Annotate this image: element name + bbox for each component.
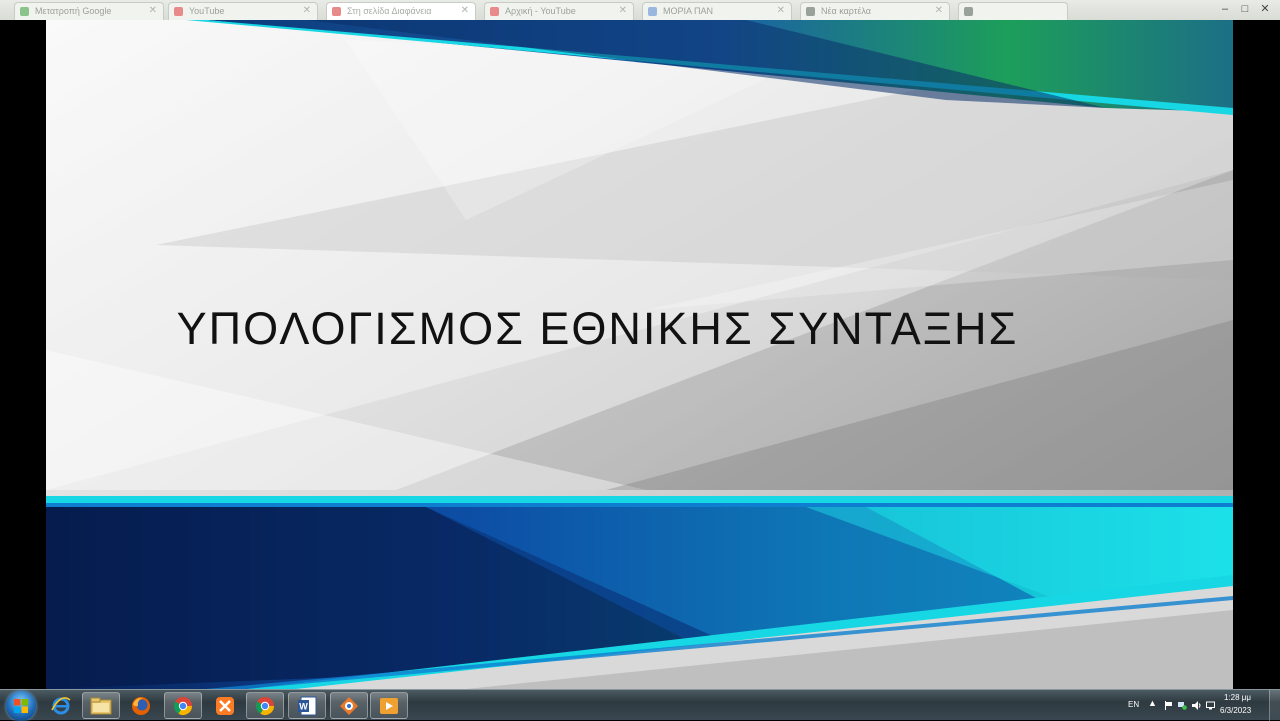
tab-favicon-icon	[964, 7, 973, 16]
word-icon: W	[298, 696, 317, 715]
tab-favicon-icon	[806, 7, 815, 16]
tab-favicon-icon	[174, 7, 183, 16]
tab-close-icon[interactable]: ✕	[149, 3, 157, 19]
chrome-icon	[174, 696, 192, 715]
taskbar-chrome[interactable]	[164, 692, 202, 719]
xampp-icon	[216, 696, 234, 715]
svg-text:W: W	[299, 701, 308, 711]
firefox-icon	[132, 696, 150, 715]
browser-tab-active[interactable]: Στη σελίδα Διαφάνεια ✕	[326, 2, 476, 20]
close-button[interactable]: ✕	[1256, 2, 1274, 16]
taskbar-word[interactable]: W	[288, 692, 326, 719]
browser-tab[interactable]: YouTube ✕	[168, 2, 318, 20]
tab-close-icon[interactable]: ✕	[619, 3, 627, 19]
tab-favicon-icon	[20, 7, 29, 16]
browser-tab-strip: Μετατροπή Google ✕ YouTube ✕ Στη σελίδα …	[0, 0, 1280, 20]
tab-label: Στη σελίδα Διαφάνεια	[347, 6, 432, 16]
taskbar-xampp[interactable]	[206, 692, 244, 719]
tab-close-icon[interactable]: ✕	[935, 3, 943, 19]
network-icon[interactable]	[1178, 701, 1187, 710]
browser-tab[interactable]	[958, 2, 1068, 20]
show-hidden-icons-icon[interactable]: ▲	[1148, 698, 1157, 708]
tab-close-icon[interactable]: ✕	[461, 3, 469, 19]
windows-taskbar: W EN ▲ 1:28 μμ 6/3/2023	[0, 689, 1280, 721]
tab-favicon-icon	[490, 7, 499, 16]
chrome-icon	[256, 696, 274, 715]
tab-close-icon[interactable]: ✕	[303, 3, 311, 19]
start-button[interactable]	[6, 691, 36, 721]
tab-label: Μετατροπή Google	[35, 6, 112, 16]
taskbar-internet-explorer[interactable]	[42, 692, 80, 719]
windows-logo-icon	[14, 699, 28, 713]
action-center-flag-icon[interactable]	[1164, 701, 1173, 710]
taskbar-media-player[interactable]	[370, 692, 408, 719]
presentation-slide: ΥΠΟΛΟΓΙΣΜΟΣ ΕΘΝΙΚΗΣ ΣΥΝΤΑΞΗΣ	[46, 20, 1233, 689]
tab-close-icon[interactable]: ✕	[777, 3, 785, 19]
tab-label: Αρχική - YouTube	[505, 6, 576, 16]
browser-tab[interactable]: Αρχική - YouTube ✕	[484, 2, 634, 20]
taskbar-presenter[interactable]	[330, 692, 368, 719]
browser-tab[interactable]: ΜΟΡΙΑ ΠΑΝ ✕	[642, 2, 792, 20]
tab-favicon-icon	[648, 7, 657, 16]
tab-favicon-icon	[332, 7, 341, 16]
maximize-button[interactable]: □	[1236, 2, 1254, 16]
browser-tab[interactable]: Μετατροπή Google ✕	[14, 2, 164, 20]
browser-tab[interactable]: Νέα καρτέλα ✕	[800, 2, 950, 20]
tab-label: Νέα καρτέλα	[821, 6, 871, 16]
file-explorer-icon	[90, 697, 112, 714]
system-tray: EN ▲ 1:28 μμ 6/3/2023	[1120, 690, 1280, 721]
clock-time[interactable]: 1:28 μμ	[1224, 693, 1251, 702]
clock-date[interactable]: 6/3/2023	[1220, 706, 1251, 715]
taskbar-chrome-2[interactable]	[246, 692, 284, 719]
internet-explorer-icon	[51, 696, 71, 714]
show-desktop-button[interactable]	[1269, 690, 1280, 721]
taskbar-firefox[interactable]	[122, 692, 160, 719]
language-indicator[interactable]: EN	[1128, 700, 1139, 709]
display-icon[interactable]	[1206, 701, 1215, 710]
volume-icon[interactable]	[1192, 701, 1201, 710]
minimize-button[interactable]: –	[1216, 2, 1234, 16]
tab-label: ΜΟΡΙΑ ΠΑΝ	[663, 6, 714, 16]
slide-title: ΥΠΟΛΟΓΙΣΜΟΣ ΕΘΝΙΚΗΣ ΣΥΝΤΑΞΗΣ	[176, 303, 1019, 354]
media-player-icon	[380, 697, 398, 714]
presenter-icon	[340, 696, 358, 715]
tab-label: YouTube	[189, 6, 225, 16]
taskbar-file-explorer[interactable]	[82, 692, 120, 719]
